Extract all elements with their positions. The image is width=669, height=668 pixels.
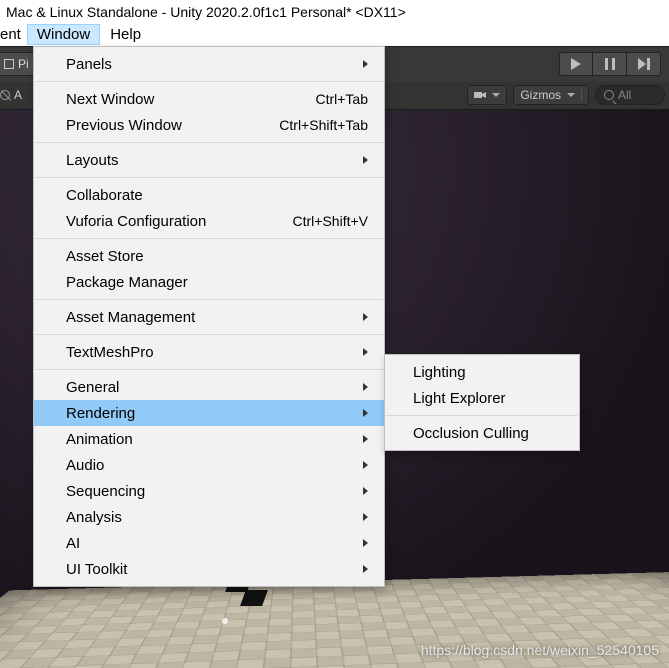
menu-item-help[interactable]: Help: [100, 24, 151, 45]
search-icon: [604, 90, 614, 100]
menu-item-label: Layouts: [66, 152, 363, 169]
chevron-right-icon: [363, 313, 368, 321]
chevron-down-icon: [492, 93, 500, 97]
menu-shortcut: Ctrl+Tab: [315, 91, 368, 107]
visibility-icon[interactable]: [0, 90, 10, 100]
rendering-submenu-item-light-explorer[interactable]: Light Explorer: [385, 385, 579, 411]
window-menu-item-textmeshpro[interactable]: TextMeshPro: [34, 339, 384, 365]
window-menu-dropdown: PanelsNext WindowCtrl+TabPrevious Window…: [33, 46, 385, 587]
menu-item-label: Next Window: [66, 91, 315, 108]
chevron-right-icon: [363, 383, 368, 391]
menu-item-label: AI: [66, 535, 363, 552]
menu-bar: ent Window Help: [0, 22, 669, 46]
menu-item-label: Collaborate: [66, 187, 368, 204]
chevron-right-icon: [363, 513, 368, 521]
chevron-right-icon: [363, 348, 368, 356]
menu-separator: [35, 81, 383, 82]
menu-item-truncated[interactable]: ent: [0, 24, 27, 45]
scene-toolbar-left-fragment: A: [0, 85, 30, 105]
menu-item-label: Vuforia Configuration: [66, 213, 293, 230]
menu-item-label: Package Manager: [66, 274, 368, 291]
window-title: Mac & Linux Standalone - Unity 2020.2.0f…: [0, 0, 669, 22]
menu-separator: [386, 415, 578, 416]
window-menu-item-animation[interactable]: Animation: [34, 426, 384, 452]
camera-dropdown-fragment[interactable]: [467, 85, 507, 105]
menu-item-label: Animation: [66, 431, 363, 448]
play-controls: [559, 52, 661, 76]
pivot-icon: [4, 59, 14, 69]
chevron-right-icon: [363, 461, 368, 469]
pause-icon: [605, 58, 615, 70]
pause-button[interactable]: [593, 52, 627, 76]
account-label-fragment[interactable]: A: [14, 88, 22, 102]
window-menu-item-ai[interactable]: AI: [34, 530, 384, 556]
menu-item-label: Sequencing: [66, 483, 363, 500]
menu-item-label: Light Explorer: [413, 390, 506, 407]
menu-item-label: TextMeshPro: [66, 344, 363, 361]
window-menu-item-rendering[interactable]: Rendering: [34, 400, 384, 426]
gizmos-dropdown[interactable]: Gizmos: [513, 85, 589, 105]
chevron-right-icon: [363, 487, 368, 495]
window-menu-item-audio[interactable]: Audio: [34, 452, 384, 478]
window-menu-item-general[interactable]: General: [34, 374, 384, 400]
menu-item-label: UI Toolkit: [66, 561, 363, 578]
menu-separator: [35, 334, 383, 335]
menu-shortcut: Ctrl+Shift+Tab: [279, 117, 368, 133]
chevron-right-icon: [363, 435, 368, 443]
window-menu-item-panels[interactable]: Panels: [34, 51, 384, 77]
chevron-right-icon: [363, 60, 368, 68]
watermark-text: https://blog.csdn.net/weixin_52540105: [421, 642, 659, 658]
menu-separator: [35, 299, 383, 300]
camera-icon: [474, 90, 486, 100]
step-icon: [638, 58, 650, 70]
menu-item-label: Previous Window: [66, 117, 279, 134]
menu-item-label: Audio: [66, 457, 363, 474]
chevron-right-icon: [363, 156, 368, 164]
window-menu-item-asset-management[interactable]: Asset Management: [34, 304, 384, 330]
pivot-label: Pi: [18, 57, 29, 71]
play-button[interactable]: [559, 52, 593, 76]
menu-separator: [35, 177, 383, 178]
window-menu-item-next-window[interactable]: Next WindowCtrl+Tab: [34, 86, 384, 112]
menu-item-label: Analysis: [66, 509, 363, 526]
play-icon: [571, 58, 581, 70]
rendering-submenu-item-occlusion-culling[interactable]: Occlusion Culling: [385, 420, 579, 446]
window-menu-item-ui-toolkit[interactable]: UI Toolkit: [34, 556, 384, 582]
gizmos-label: Gizmos: [520, 88, 561, 102]
menu-item-label: Panels: [66, 56, 363, 73]
menu-item-label: Rendering: [66, 405, 363, 422]
window-menu-item-analysis[interactable]: Analysis: [34, 504, 384, 530]
menu-item-window[interactable]: Window: [27, 24, 100, 45]
window-menu-item-package-manager[interactable]: Package Manager: [34, 269, 384, 295]
window-menu-item-vuforia-configuration[interactable]: Vuforia ConfigurationCtrl+Shift+V: [34, 208, 384, 234]
menu-item-label: General: [66, 379, 363, 396]
menu-item-label: Asset Store: [66, 248, 368, 265]
rendering-submenu: Lighting Light Explorer Occlusion Culling: [384, 354, 580, 451]
window-menu-item-previous-window[interactable]: Previous WindowCtrl+Shift+Tab: [34, 112, 384, 138]
menu-separator: [35, 369, 383, 370]
chevron-right-icon: [363, 409, 368, 417]
window-menu-item-asset-store[interactable]: Asset Store: [34, 243, 384, 269]
window-menu-item-sequencing[interactable]: Sequencing: [34, 478, 384, 504]
chevron-right-icon: [363, 539, 368, 547]
menu-item-label: Lighting: [413, 364, 466, 381]
search-placeholder: All: [618, 88, 631, 102]
chevron-down-icon: [567, 93, 575, 97]
window-menu-item-collaborate[interactable]: Collaborate: [34, 182, 384, 208]
menu-item-label: Asset Management: [66, 309, 363, 326]
menu-item-label: Occlusion Culling: [413, 425, 529, 442]
window-menu-item-layouts[interactable]: Layouts: [34, 147, 384, 173]
rendering-submenu-item-lighting[interactable]: Lighting: [385, 359, 579, 385]
scene-gizmo-dot: [222, 618, 228, 624]
menu-separator: [35, 238, 383, 239]
step-button[interactable]: [627, 52, 661, 76]
chevron-right-icon: [363, 565, 368, 573]
menu-shortcut: Ctrl+Shift+V: [293, 213, 368, 229]
menu-separator: [35, 142, 383, 143]
scene-search-input[interactable]: All: [595, 85, 665, 105]
